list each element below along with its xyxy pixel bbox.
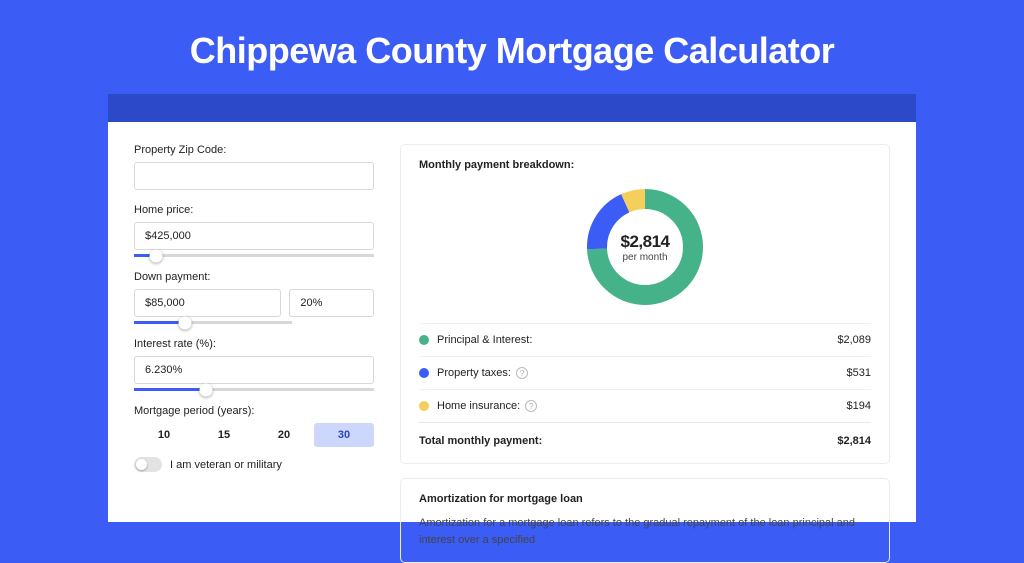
period-option-20[interactable]: 20 (254, 423, 314, 447)
calculator-panel: Property Zip Code: Home price: Down paym… (108, 122, 916, 522)
amortization-card: Amortization for mortgage loan Amortizat… (400, 478, 890, 563)
breakdown-card: Monthly payment breakdown: $2,814 per mo… (400, 144, 890, 464)
home-price-group: Home price: (134, 204, 374, 257)
legend-dot-hi (419, 401, 429, 411)
legend-dot-pi (419, 335, 429, 345)
rate-group: Interest rate (%): (134, 338, 374, 391)
breakdown-row-pt: Property taxes: ? $531 (419, 356, 871, 389)
inputs-column: Property Zip Code: Home price: Down paym… (134, 144, 374, 522)
period-group: Mortgage period (years): 10 15 20 30 (134, 405, 374, 447)
donut-chart-wrap: $2,814 per month (419, 181, 871, 323)
results-column: Monthly payment breakdown: $2,814 per mo… (400, 144, 890, 522)
donut-chart: $2,814 per month (583, 185, 707, 309)
down-payment-slider[interactable] (134, 321, 292, 324)
hi-value: $194 (847, 400, 871, 412)
donut-amount: $2,814 (621, 232, 670, 252)
total-value: $2,814 (837, 435, 871, 447)
home-price-label: Home price: (134, 204, 374, 216)
period-options: 10 15 20 30 (134, 423, 374, 447)
veteran-row: I am veteran or military (134, 457, 374, 472)
pt-value: $531 (847, 367, 871, 379)
down-payment-amount-input[interactable] (134, 289, 281, 317)
info-icon[interactable]: ? (525, 400, 537, 412)
total-label: Total monthly payment: (419, 435, 837, 447)
pi-label: Principal & Interest: (437, 334, 532, 346)
breakdown-row-hi: Home insurance: ? $194 (419, 389, 871, 422)
donut-per-month: per month (622, 252, 667, 263)
down-payment-group: Down payment: (134, 271, 374, 324)
amortization-title: Amortization for mortgage loan (419, 493, 871, 505)
rate-slider[interactable] (134, 388, 374, 391)
down-payment-label: Down payment: (134, 271, 374, 283)
down-payment-pct-input[interactable] (289, 289, 374, 317)
breakdown-title: Monthly payment breakdown: (419, 159, 871, 171)
pt-label: Property taxes: (437, 367, 511, 379)
period-label: Mortgage period (years): (134, 405, 374, 417)
rate-input[interactable] (134, 356, 374, 384)
breakdown-total-row: Total monthly payment: $2,814 (419, 422, 871, 449)
period-option-10[interactable]: 10 (134, 423, 194, 447)
hi-label: Home insurance: (437, 400, 520, 412)
amortization-text: Amortization for a mortgage loan refers … (419, 515, 871, 548)
legend-dot-pt (419, 368, 429, 378)
zip-input[interactable] (134, 162, 374, 190)
zip-label: Property Zip Code: (134, 144, 374, 156)
period-option-30[interactable]: 30 (314, 423, 374, 447)
zip-group: Property Zip Code: (134, 144, 374, 190)
breakdown-row-pi: Principal & Interest: $2,089 (419, 323, 871, 356)
home-price-input[interactable] (134, 222, 374, 250)
info-icon[interactable]: ? (516, 367, 528, 379)
pi-value: $2,089 (837, 334, 871, 346)
header-band (108, 94, 916, 122)
rate-label: Interest rate (%): (134, 338, 374, 350)
veteran-toggle[interactable] (134, 457, 162, 472)
home-price-slider[interactable] (134, 254, 374, 257)
page-title: Chippewa County Mortgage Calculator (0, 0, 1024, 94)
veteran-label: I am veteran or military (170, 459, 282, 471)
period-option-15[interactable]: 15 (194, 423, 254, 447)
